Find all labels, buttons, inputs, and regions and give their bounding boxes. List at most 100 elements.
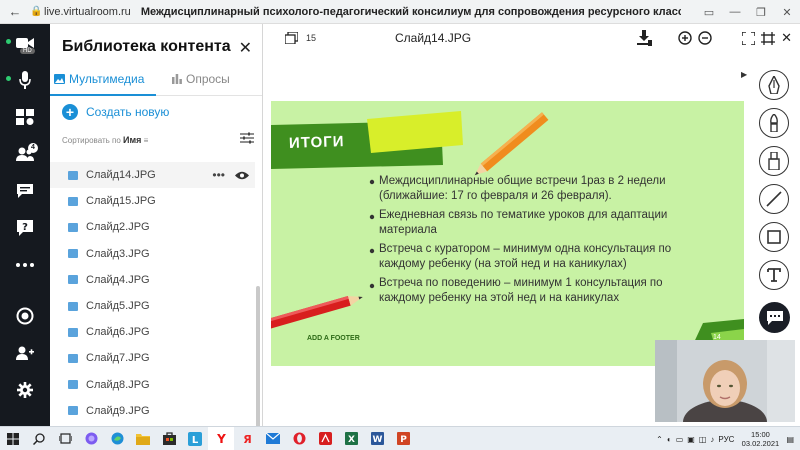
tray-volume-icon[interactable]: ♪ [710, 435, 714, 444]
camera-button[interactable]: HD [0, 24, 50, 61]
keyboard-language[interactable]: РУС [718, 435, 734, 444]
tab-multimedia[interactable]: Мультимедиа [50, 68, 156, 96]
text-tool[interactable] [759, 260, 789, 290]
file-name: Слайд15.JPG [86, 195, 156, 208]
image-file-icon [68, 327, 78, 337]
yandex-browser-icon[interactable]: Y [208, 426, 234, 450]
file-name: Слайд6.JPG [86, 326, 150, 339]
chat-sidebar-button[interactable] [0, 172, 50, 209]
multimedia-icon [54, 74, 65, 84]
word-icon[interactable]: W [364, 427, 390, 450]
mail-icon[interactable] [260, 427, 286, 450]
list-item[interactable]: Слайд4.JPG [50, 267, 255, 293]
slide-bullet: Встреча по поведению – минимум 1 консуль… [379, 276, 739, 306]
acrobat-icon[interactable] [312, 427, 338, 450]
eye-icon[interactable] [235, 171, 249, 180]
file-explorer-icon[interactable] [130, 427, 156, 450]
slide-bullet: Встреча с куратором – минимум одна консу… [379, 242, 739, 272]
search-icon[interactable] [26, 427, 52, 450]
record-button[interactable] [0, 297, 50, 334]
task-view-icon[interactable] [52, 427, 78, 450]
list-item[interactable]: Слайд7.JPG [50, 345, 255, 371]
viewer-toolbar: ✕ [636, 30, 792, 46]
image-file-icon [68, 301, 78, 311]
app-l-icon[interactable]: L [182, 427, 208, 450]
list-item[interactable]: Слайд14.JPG ••• [50, 162, 255, 189]
bullet-line: Междисциплинарные общие встречи 1раз в 2… [379, 175, 666, 187]
list-item[interactable]: Слайд15.JPG [50, 188, 255, 214]
tray-display-icon[interactable]: ▣ [687, 435, 695, 444]
line-tool[interactable] [759, 184, 789, 214]
hd-label: HD [20, 48, 35, 54]
rectangle-tool[interactable] [759, 222, 789, 252]
taskbar-clock[interactable]: 15:00 03.02.2021 [738, 430, 782, 448]
participants-button[interactable]: 4 [0, 135, 50, 172]
list-item[interactable]: Слайд9.JPG [50, 398, 255, 424]
filter-settings-icon[interactable] [240, 132, 254, 144]
settings-button[interactable] [0, 371, 50, 408]
create-new-label: Создать новую [86, 105, 170, 119]
panel-scrollbar[interactable] [256, 286, 260, 448]
create-new-button[interactable]: + Создать новую [62, 104, 169, 120]
minimize-icon[interactable]: — [722, 6, 748, 18]
invite-icon [16, 346, 34, 360]
svg-text:P: P [400, 435, 407, 445]
marker-tool[interactable] [759, 146, 789, 176]
tray-battery-icon[interactable]: ▭ [676, 435, 684, 444]
participants-count-badge: 4 [28, 143, 38, 153]
back-arrow-icon[interactable]: ← [0, 4, 30, 19]
svg-text:X: X [348, 435, 355, 445]
list-item[interactable]: Слайд8.JPG [50, 372, 255, 398]
webcam-preview[interactable] [655, 340, 795, 422]
floating-chat-button[interactable] [759, 302, 790, 333]
maximize-icon[interactable]: ❐ [748, 6, 774, 19]
microphone-button[interactable] [0, 61, 50, 98]
pages-counter[interactable]: 15 [285, 32, 316, 44]
tray-app-icon[interactable]: ◐ [667, 435, 672, 444]
tab-polls[interactable]: Опросы [172, 68, 230, 96]
pages-icon [285, 32, 298, 44]
invite-button[interactable] [0, 334, 50, 371]
slide-banner-highlight [367, 111, 463, 153]
collapse-tools-icon[interactable]: ▶ [741, 70, 747, 79]
yandex-icon[interactable]: Я [234, 427, 260, 450]
download-icon[interactable] [636, 30, 653, 46]
list-item[interactable]: Слайд5.JPG [50, 293, 255, 319]
sort-control[interactable]: Сортировать по Имя ≡ [62, 135, 148, 145]
more-button[interactable] [0, 246, 50, 283]
tray-arrow-icon[interactable]: ⌃ [656, 435, 663, 444]
excel-icon[interactable]: X [338, 427, 364, 450]
more-options-icon[interactable]: ••• [212, 168, 225, 182]
content-library-button[interactable] [0, 98, 50, 135]
tray-network-icon[interactable]: ◫ [699, 435, 707, 444]
store-icon[interactable] [156, 427, 182, 450]
powerpoint-icon[interactable]: P [390, 427, 416, 450]
opera-icon[interactable] [286, 427, 312, 450]
pen-tool[interactable] [759, 70, 789, 100]
zoom-in-icon[interactable] [678, 31, 692, 45]
text-icon [767, 268, 781, 282]
list-item[interactable]: Слайд2.JPG [50, 214, 255, 240]
close-window-icon[interactable]: ✕ [774, 6, 800, 19]
pencil-top [474, 112, 549, 176]
close-panel-icon[interactable]: ✕ [239, 38, 252, 58]
image-file-icon [68, 170, 78, 180]
list-item[interactable]: Слайд3.JPG [50, 241, 255, 267]
image-file-icon [68, 222, 78, 232]
fullscreen-icon[interactable] [742, 31, 756, 45]
browser-titlebar: ← 🔒 live.virtualroom.ru Междисциплинарны… [0, 0, 800, 24]
windows-start-icon[interactable] [0, 427, 26, 450]
brush-tool[interactable] [759, 108, 789, 138]
record-icon [16, 307, 34, 324]
rectangle-icon [767, 230, 781, 244]
camera-status-icon[interactable]: ▭ [696, 6, 722, 19]
zoom-out-icon[interactable] [698, 31, 712, 45]
browser-url[interactable]: live.virtualroom.ru [44, 6, 131, 18]
close-viewer-icon[interactable]: ✕ [781, 30, 792, 46]
assistant-icon[interactable] [78, 427, 104, 450]
question-button[interactable]: ? [0, 209, 50, 246]
edge-browser-icon[interactable] [104, 427, 130, 450]
list-item[interactable]: Слайд6.JPG [50, 319, 255, 345]
fit-screen-icon[interactable] [761, 31, 776, 45]
notifications-icon[interactable]: ▤ [786, 435, 800, 444]
